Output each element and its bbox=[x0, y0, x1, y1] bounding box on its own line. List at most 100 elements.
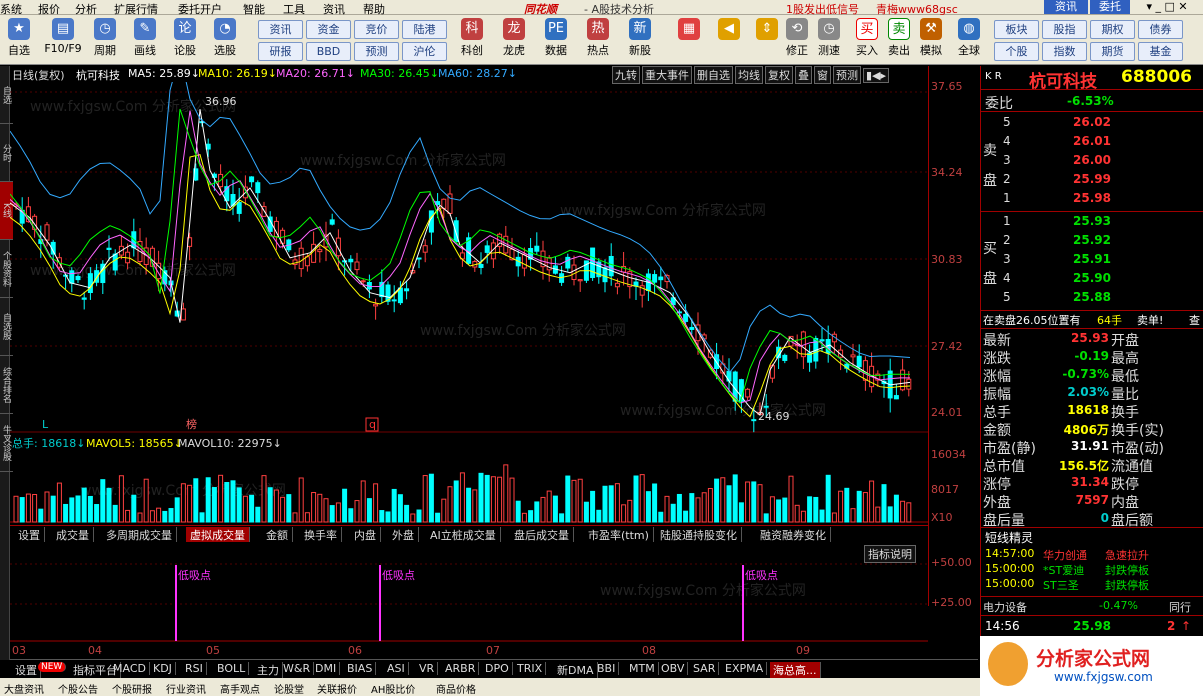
btn-gegu[interactable]: 个股 bbox=[994, 42, 1039, 61]
toolbar-discuss[interactable]: 论论股 bbox=[168, 18, 202, 58]
period-label[interactable]: 日线(复权) bbox=[12, 67, 65, 83]
indicator-tab[interactable]: TRIX bbox=[514, 662, 547, 675]
indicator-tab[interactable]: W&R bbox=[280, 662, 315, 675]
toolbar-global[interactable]: ◍ 全球 bbox=[952, 18, 986, 58]
status-link[interactable]: 关联报价 bbox=[317, 681, 357, 696]
bid-price[interactable]: 25.93 bbox=[1073, 214, 1111, 228]
indicator-tab[interactable]: 主力 bbox=[254, 662, 283, 678]
short-elf-title[interactable]: 短线精灵 bbox=[985, 529, 1033, 546]
toolbar-longhu[interactable]: 龙龙虎 bbox=[497, 18, 531, 58]
btn-zhaiquan[interactable]: 债券 bbox=[1138, 20, 1183, 39]
btn-guzhi[interactable]: 股指 bbox=[1042, 20, 1087, 39]
indicator-tab[interactable]: ASI bbox=[384, 662, 409, 675]
btn-bankuai[interactable]: 板块 bbox=[994, 20, 1039, 39]
indicator-tab[interactable]: DMI bbox=[312, 662, 341, 675]
tab-turnover[interactable]: 换手率 bbox=[300, 527, 342, 542]
kline-chart[interactable]: 36.96 24.69 L 榜 q 总手: 18618↓ MAVOL5: 185… bbox=[10, 82, 928, 525]
status-link[interactable]: 高手观点 bbox=[220, 681, 260, 696]
tab-pe-ttm[interactable]: 市盈率(ttm) bbox=[584, 527, 654, 542]
tab-after-volume[interactable]: 盘后成交量 bbox=[510, 527, 574, 542]
indicator-tab[interactable]: BBI bbox=[594, 662, 620, 675]
toolbar-updown[interactable]: ⇕ bbox=[750, 18, 784, 42]
btn-hulun[interactable]: 沪伦 bbox=[402, 42, 447, 61]
status-link[interactable]: 个股研报 bbox=[112, 681, 152, 696]
btn-jijin[interactable]: 基金 bbox=[1138, 42, 1183, 61]
indicator-tab[interactable]: OBV bbox=[658, 662, 689, 675]
toolbar-watchlist[interactable]: ★ 自选 bbox=[2, 18, 36, 58]
indicator-tab[interactable]: EXPMA bbox=[722, 662, 768, 675]
tab-margin[interactable]: 融资融券变化 bbox=[756, 527, 831, 542]
ask-price[interactable]: 26.00 bbox=[1073, 153, 1111, 167]
toolbar-speedtest[interactable]: ◷ 测速 bbox=[812, 18, 846, 58]
status-link[interactable]: 大盘资讯 bbox=[4, 681, 44, 696]
indicator-tab[interactable]: NEW bbox=[38, 662, 67, 672]
toolbar-buy[interactable]: 买买入 bbox=[850, 18, 884, 58]
indicator-tab[interactable]: BOLL bbox=[214, 662, 250, 675]
status-link[interactable]: 行业资讯 bbox=[166, 681, 206, 696]
tab-connect-holding[interactable]: 陆股通持股变化 bbox=[656, 527, 742, 542]
bid-price[interactable]: 25.88 bbox=[1073, 290, 1111, 304]
status-link[interactable]: 论股堂 bbox=[274, 681, 304, 696]
toolbar-sell[interactable]: 卖卖出 bbox=[882, 18, 916, 58]
btn-qiquan[interactable]: 期权 bbox=[1090, 20, 1135, 39]
indicator-tab[interactable]: ARBR bbox=[442, 662, 480, 675]
bid-price[interactable]: 25.90 bbox=[1073, 271, 1111, 285]
sector-name[interactable]: 电力设备 bbox=[983, 599, 1027, 615]
tab-ai-volume[interactable]: AI立桩成交量 bbox=[426, 527, 501, 542]
trade-button[interactable]: 委托 bbox=[1090, 0, 1130, 14]
toolbar-kechuang[interactable]: 科科创 bbox=[455, 18, 489, 58]
short-stock[interactable]: ST三圣 bbox=[1043, 577, 1079, 593]
btn-zijin[interactable]: 资金 bbox=[306, 20, 351, 39]
toolbar-hot[interactable]: 热热点 bbox=[581, 18, 615, 58]
btn-yanbao[interactable]: 研报 bbox=[258, 42, 303, 61]
toolbar-draw[interactable]: ✎ 画线 bbox=[128, 18, 162, 58]
btn-jingjia[interactable]: 竞价 bbox=[354, 20, 399, 39]
short-stock[interactable]: *ST爱迪 bbox=[1043, 562, 1084, 578]
toolbar-period[interactable]: ◷ 周期 bbox=[88, 18, 122, 58]
ticker-more[interactable]: 查 bbox=[1189, 312, 1200, 328]
toolbar-newstock[interactable]: 新新股 bbox=[623, 18, 657, 58]
toolbar-stock-pick[interactable]: ◔ 选股 bbox=[208, 18, 242, 58]
btn-lugang[interactable]: 陆港 bbox=[402, 20, 447, 39]
btn-yuce[interactable]: 预测 bbox=[354, 42, 399, 61]
tab-volume[interactable]: 成交量 bbox=[52, 527, 94, 542]
window-controls[interactable]: ▾ _ □ ✕ bbox=[1132, 0, 1202, 14]
tab-inner[interactable]: 内盘 bbox=[350, 527, 381, 542]
btn-qihuo[interactable]: 期货 bbox=[1090, 42, 1135, 61]
tab-multi-volume[interactable]: 多周期成交量 bbox=[102, 527, 177, 542]
toolbar-fix[interactable]: ⟲ 修正 bbox=[780, 18, 814, 58]
tab-outer[interactable]: 外盘 bbox=[388, 527, 419, 542]
indicator-tab[interactable]: DPO bbox=[482, 662, 513, 675]
tab-amount[interactable]: 金额 bbox=[262, 527, 293, 542]
toolbar-data[interactable]: PE 数据 bbox=[539, 18, 573, 58]
indicator-tab[interactable]: SAR bbox=[690, 662, 720, 675]
ask-price[interactable]: 25.99 bbox=[1073, 172, 1111, 186]
status-link[interactable]: 商品价格 bbox=[436, 681, 476, 696]
indicator-tab[interactable]: MACD bbox=[110, 662, 150, 675]
tool-menu-icon[interactable]: ▮◀▸ bbox=[863, 68, 890, 83]
indicator-tab[interactable]: 海总高... bbox=[770, 662, 821, 678]
indicator-tab[interactable]: 新DMA bbox=[554, 662, 598, 678]
toolbar-f10[interactable]: ▤ F10/F9 bbox=[42, 18, 84, 55]
btn-zhishu[interactable]: 指数 bbox=[1042, 42, 1087, 61]
toolbar-back[interactable]: ◀ bbox=[712, 18, 746, 42]
sector-peer[interactable]: 同行 bbox=[1169, 599, 1191, 615]
toolbar-simulate[interactable]: ⚒ 模拟 bbox=[914, 18, 948, 58]
indicator-tab[interactable]: 设置 bbox=[12, 662, 41, 678]
toolbar-layout[interactable]: ▦ bbox=[672, 18, 706, 42]
indicator-help-button[interactable]: 指标说明 bbox=[864, 545, 916, 563]
bid-price[interactable]: 25.92 bbox=[1073, 233, 1111, 247]
indicator-tab[interactable]: VR bbox=[416, 662, 439, 675]
status-link[interactable]: AH股比价 bbox=[371, 681, 415, 696]
indicator-tab[interactable]: KDJ bbox=[150, 662, 176, 675]
btn-zixun[interactable]: 资讯 bbox=[258, 20, 303, 39]
ask-price[interactable]: 26.02 bbox=[1073, 115, 1111, 129]
ask-price[interactable]: 26.01 bbox=[1073, 134, 1111, 148]
status-link[interactable]: 个股公告 bbox=[58, 681, 98, 696]
news-button[interactable]: 资讯 bbox=[1044, 0, 1088, 14]
short-stock[interactable]: 华力创通 bbox=[1043, 547, 1087, 563]
tab-settings[interactable]: 设置 bbox=[14, 527, 45, 542]
bid-price[interactable]: 25.91 bbox=[1073, 252, 1111, 266]
btn-bbd[interactable]: BBD bbox=[306, 42, 351, 61]
indicator-tab[interactable]: MTM bbox=[626, 662, 659, 675]
